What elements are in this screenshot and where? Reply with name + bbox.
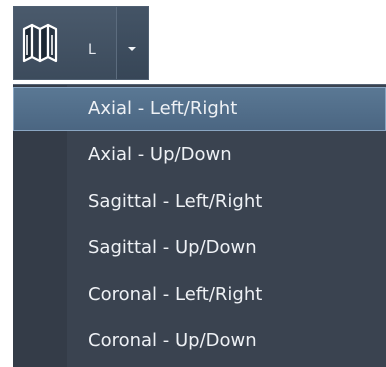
- book-icon: [22, 23, 58, 63]
- orientation-menu: Axial - Left/Right Axial - Up/Down Sagit…: [13, 84, 386, 367]
- menu-item-sagittal-up-down[interactable]: Sagittal - Up/Down: [13, 226, 386, 270]
- menu-item-label: Axial - Up/Down: [88, 144, 232, 165]
- orientation-main-button[interactable]: L: [14, 7, 117, 79]
- menu-item-label: Sagittal - Left/Right: [88, 191, 263, 212]
- menu-item-coronal-left-right[interactable]: Coronal - Left/Right: [13, 273, 386, 317]
- menu-item-sagittal-left-right[interactable]: Sagittal - Left/Right: [13, 180, 386, 224]
- orientation-widget: L Axial - Left/Right Axial - Up/Down Sag…: [0, 0, 386, 367]
- menu-item-axial-left-right[interactable]: Axial - Left/Right: [13, 87, 386, 131]
- orientation-letter: L: [88, 42, 96, 58]
- orientation-split-button[interactable]: L: [13, 6, 149, 80]
- menu-item-label: Coronal - Up/Down: [88, 330, 257, 351]
- menu-item-label: Axial - Left/Right: [88, 98, 238, 119]
- menu-item-label: Coronal - Left/Right: [88, 284, 263, 305]
- orientation-dropdown-button[interactable]: [117, 7, 148, 79]
- menu-item-coronal-up-down[interactable]: Coronal - Up/Down: [13, 319, 386, 363]
- chevron-down-icon: [128, 47, 136, 51]
- menu-item-axial-up-down[interactable]: Axial - Up/Down: [13, 133, 386, 177]
- menu-item-label: Sagittal - Up/Down: [88, 237, 257, 258]
